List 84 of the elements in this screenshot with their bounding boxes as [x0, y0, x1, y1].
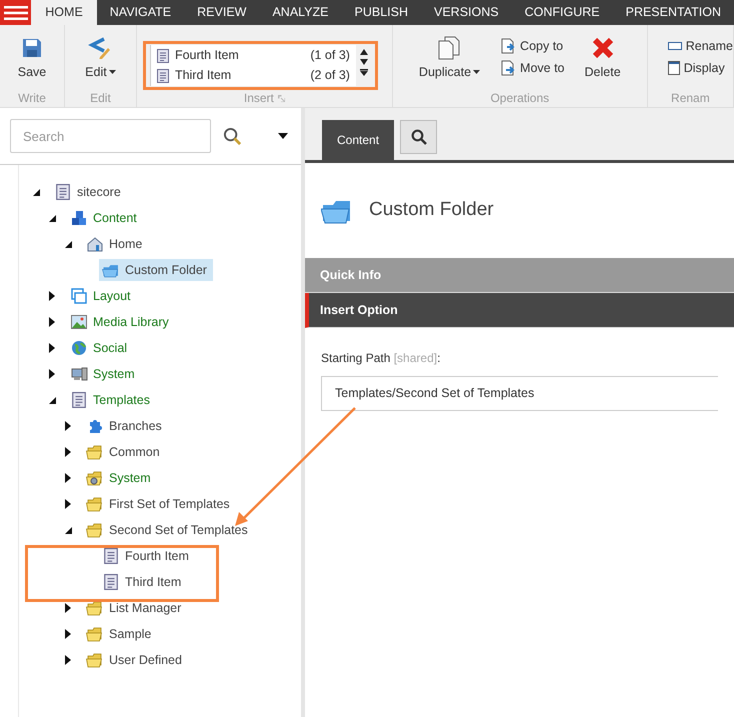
image-icon [70, 315, 88, 329]
page-arrow-icon [500, 60, 516, 76]
document-icon [102, 548, 120, 564]
menu-tab[interactable]: VERSIONS [421, 0, 512, 25]
folder-icon [86, 522, 104, 538]
tree-item[interactable]: Templates [67, 389, 156, 411]
tree-item[interactable]: Common [83, 441, 166, 463]
tree-item[interactable]: Second Set of Templates [83, 519, 254, 541]
ribbon-button[interactable]: Duplicate [418, 32, 480, 82]
globe-icon [70, 340, 88, 356]
pages-icon [438, 36, 460, 60]
tree-item[interactable]: Sample [83, 623, 158, 645]
cubes-icon [70, 210, 88, 226]
page-arrow-icon [500, 38, 516, 54]
tree-item[interactable]: Layout [67, 285, 137, 307]
folder-icon [86, 444, 104, 460]
group-label: Edit [90, 90, 111, 107]
tree-item[interactable]: User Defined [83, 649, 188, 671]
tree-item[interactable]: Home [83, 233, 148, 255]
tree-item[interactable]: First Set of Templates [83, 493, 236, 515]
input-field[interactable]: Templates/Second Set of Templates [321, 376, 718, 411]
window-icon [668, 60, 680, 75]
document-icon [70, 392, 88, 408]
tree-item[interactable]: sitecore [51, 181, 127, 203]
menu-tab[interactable]: NAVIGATE [96, 0, 184, 25]
house-icon [86, 236, 104, 252]
search-icon [410, 129, 427, 145]
scroll-down-icon[interactable] [360, 59, 368, 65]
item-title: Custom Folder [369, 198, 494, 222]
field-label: Starting Path [shared]: [321, 350, 442, 367]
ribbon-button[interactable]: Rename [668, 36, 733, 56]
folder-icon [102, 262, 120, 278]
cross-icon [592, 36, 614, 60]
tree-item[interactable]: Third Item [99, 571, 188, 593]
menu-tab[interactable]: REVIEW [184, 0, 260, 25]
tree-item[interactable]: System [83, 467, 157, 489]
group-label: Renam [671, 90, 710, 107]
tree-item[interactable]: Branches [83, 415, 168, 437]
document-icon [102, 574, 120, 590]
menu-tab[interactable]: PUBLISH [342, 0, 421, 25]
computer-icon [70, 367, 88, 381]
gallery-item[interactable]: Fourth Item (1 of 3) [150, 46, 356, 66]
document-icon [54, 184, 72, 200]
folder-icon [86, 626, 104, 642]
gallery-item[interactable]: Third Item (2 of 3) [150, 66, 356, 86]
group-label: Operations [490, 90, 550, 107]
tree-item[interactable]: Content [67, 207, 143, 229]
expand-icon[interactable] [360, 69, 368, 76]
menu-button[interactable] [0, 0, 32, 25]
ribbon-button[interactable]: Copy to [500, 36, 565, 56]
scroll-up-icon[interactable] [360, 49, 368, 55]
menu-tab[interactable]: HOME [31, 0, 97, 25]
ribbon-button[interactable]: Save [18, 32, 46, 82]
dropdown-icon[interactable] [278, 133, 288, 139]
ribbon-button[interactable]: Delete [584, 32, 621, 82]
search-field[interactable]: Search [10, 119, 211, 153]
document-icon [156, 68, 169, 82]
tree-item[interactable]: Custom Folder [99, 259, 213, 281]
search-tab[interactable] [400, 120, 438, 154]
tree-item[interactable]: Fourth Item [99, 545, 195, 567]
menu-tab[interactable]: ANALYZE [259, 0, 342, 25]
pencil-icon [88, 36, 112, 60]
folder-icon [86, 652, 104, 668]
group-label: Insert [244, 90, 274, 107]
section-header[interactable]: Insert Option [305, 293, 734, 328]
ribbon-button[interactable]: Move to [500, 58, 565, 78]
document-icon [156, 48, 169, 62]
search-icon[interactable] [223, 126, 242, 146]
tree-item[interactable]: Social [67, 337, 134, 359]
ribbon-button[interactable]: Display [668, 58, 733, 78]
folder-icon [86, 496, 104, 512]
textbox-icon [668, 42, 682, 50]
menu-icon [4, 6, 28, 20]
editor-tab[interactable]: Content [322, 120, 394, 160]
group-label: Write [18, 90, 46, 107]
caret-icon [473, 70, 480, 74]
caret-icon [108, 70, 116, 74]
folder-icon [86, 470, 104, 486]
menu-tab[interactable]: CONFIGURE [512, 0, 613, 25]
tree-item[interactable]: Media Library [67, 311, 175, 333]
menu-tab[interactable]: PRESENTATION [612, 0, 734, 25]
ribbon-button[interactable]: Edit [85, 32, 116, 82]
tree-item[interactable]: System [67, 363, 141, 385]
windows-icon [70, 288, 88, 304]
